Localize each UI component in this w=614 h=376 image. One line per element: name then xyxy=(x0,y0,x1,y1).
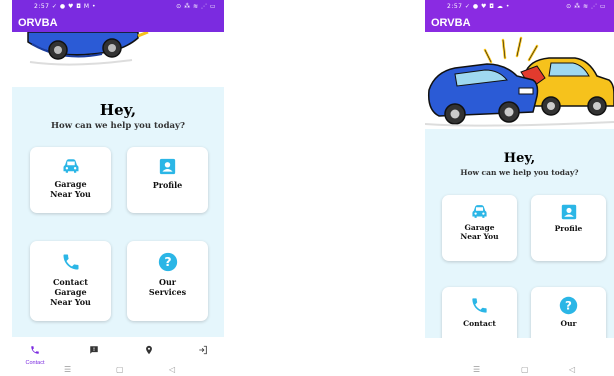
our-services-card[interactable]: ? Our Services xyxy=(127,241,208,321)
help-icon: ? xyxy=(559,296,578,315)
card-label-line: Garage xyxy=(54,179,87,189)
card-label-line: Garage xyxy=(464,223,495,232)
bottom-navigation: Contact xyxy=(12,337,224,366)
home-button[interactable]: ▢ xyxy=(521,364,529,376)
card-label-line: Near You xyxy=(50,189,91,199)
status-system-icons: ⊙ ⁂ ≋ ⋰ ▭ xyxy=(176,3,216,10)
car-icon xyxy=(472,205,487,218)
help-icon: ? xyxy=(158,252,177,272)
profile-icon xyxy=(561,204,576,220)
card-label-line: Profile xyxy=(152,180,183,190)
card-label-line: Profile xyxy=(554,224,583,233)
system-navigation-bar: ☰ ▢ ◁ xyxy=(425,364,614,376)
card-label-line: Contact xyxy=(53,277,88,287)
app-bar: ORVBA xyxy=(425,14,614,32)
home-button[interactable]: ▢ xyxy=(116,364,124,376)
phone-icon xyxy=(472,298,487,313)
our-services-card[interactable]: ? Our xyxy=(531,287,606,338)
app-bar: ORVBA xyxy=(12,14,224,32)
svg-text:?: ? xyxy=(164,254,171,269)
status-time: 2:57 xyxy=(34,3,50,10)
card-label-line: Contact xyxy=(463,319,496,328)
nav-contact[interactable]: Contact xyxy=(20,340,50,366)
phone-screen-left: 2:57 ✓ ● ♥ ◘ M • ⊙ ⁂ ≋ ⋰ ▭ ORVBA Hey, Ho… xyxy=(12,0,224,376)
recent-apps-button[interactable]: ☰ xyxy=(473,364,480,376)
main-content: Hey, How can we help you today? Garage N… xyxy=(12,87,224,340)
status-icons: ✓ ● ♥ ◘ M • xyxy=(51,3,97,10)
logout-icon xyxy=(199,345,207,355)
greeting-subtitle: How can we help you today? xyxy=(51,121,185,131)
card-label-line: Our xyxy=(159,277,176,287)
main-content: Hey, How can we help you today? Garage N… xyxy=(425,129,614,338)
car-icon xyxy=(63,159,78,173)
system-navigation-bar: ☰ ▢ ◁ xyxy=(12,364,224,376)
card-label-line: Garage xyxy=(54,287,87,297)
status-bar: 2:57 ✓ ● ♥ ◘ M • ⊙ ⁂ ≋ ⋰ ▭ xyxy=(12,0,224,14)
recent-apps-button[interactable]: ☰ xyxy=(64,364,71,376)
location-icon xyxy=(146,345,152,355)
card-label-line: Services xyxy=(148,287,187,297)
back-button[interactable]: ◁ xyxy=(569,364,575,376)
crash-illustration xyxy=(27,32,149,66)
garage-near-you-card[interactable]: Garage Near You xyxy=(442,195,517,261)
app-title: ORVBA xyxy=(431,17,471,29)
nav-logout[interactable] xyxy=(188,340,218,359)
back-button[interactable]: ◁ xyxy=(169,364,175,376)
card-label-line: Near You xyxy=(50,297,91,307)
card-label-line: Our xyxy=(560,319,577,328)
crash-illustration xyxy=(425,36,614,127)
phone-icon xyxy=(31,346,39,354)
contact-garage-card[interactable]: Contact Garage Near You xyxy=(30,241,111,321)
nav-messages[interactable] xyxy=(79,340,109,359)
greeting-title: Hey, xyxy=(503,151,536,166)
contact-garage-card[interactable]: Contact xyxy=(442,287,517,338)
status-bar: 2:57 ✓ ● ♥ ◘ ☁ • ⊙ ⁂ ≋ ⋰ ▭ xyxy=(425,0,614,14)
status-icons: ✓ ● ♥ ◘ ☁ • xyxy=(464,3,510,10)
status-time: 2:57 xyxy=(447,3,463,10)
phone-icon xyxy=(63,254,78,270)
app-title: ORVBA xyxy=(18,17,58,29)
nav-location[interactable] xyxy=(134,340,164,359)
garage-near-you-card[interactable]: Garage Near You xyxy=(30,147,111,213)
phone-screen-right: 2:57 ✓ ● ♥ ◘ ☁ • ⊙ ⁂ ≋ ⋰ ▭ ORVBA Hey, Ho… xyxy=(425,0,614,376)
profile-icon xyxy=(159,158,176,175)
card-label-line: Near You xyxy=(460,232,499,241)
status-system-icons: ⊙ ⁂ ≋ ⋰ ▭ xyxy=(566,3,606,10)
profile-card[interactable]: Profile xyxy=(127,147,208,213)
greeting-title: Hey, xyxy=(99,101,137,119)
message-icon xyxy=(90,346,98,354)
greeting-subtitle: How can we help you today? xyxy=(460,168,579,177)
hero-image xyxy=(425,32,614,129)
profile-card[interactable]: Profile xyxy=(531,195,606,261)
hero-image xyxy=(12,32,224,87)
svg-text:?: ? xyxy=(565,298,572,312)
